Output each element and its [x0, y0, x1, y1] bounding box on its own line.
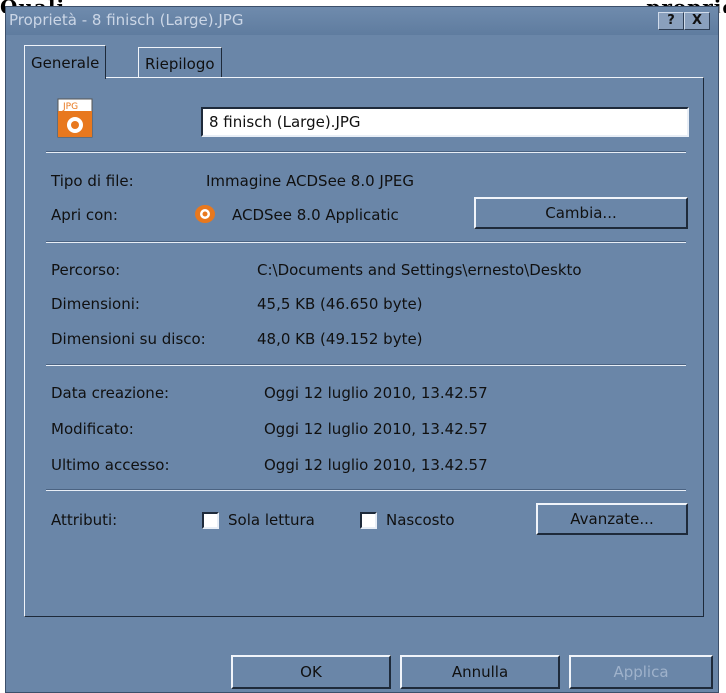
modified-value: Oggi 12 luglio 2010, 13.42.57 — [264, 420, 488, 438]
open-with-label: Apri con: — [51, 206, 118, 224]
tab-riepilogo[interactable]: Riepilogo — [138, 47, 222, 77]
properties-dialog: Proprietà - 8 finisch (Large).JPG ? X Ge… — [5, 6, 719, 693]
advanced-button[interactable]: Avanzate... — [536, 503, 688, 535]
created-value: Oggi 12 luglio 2010, 13.42.57 — [264, 384, 488, 402]
jpg-file-icon: JPG — [54, 97, 96, 139]
apply-button[interactable]: Applica — [569, 655, 713, 689]
disk-size-value: 48,0 KB (49.152 byte) — [257, 330, 423, 348]
file-type-label: Tipo di file: — [51, 172, 134, 190]
readonly-label[interactable]: Sola lettura — [228, 511, 315, 529]
window-title: Proprietà - 8 finisch (Large).JPG — [9, 11, 244, 29]
help-button[interactable]: ? — [658, 12, 684, 30]
file-type-value: Immagine ACDSee 8.0 JPEG — [206, 172, 414, 190]
close-button[interactable]: X — [684, 12, 710, 30]
acdsee-app-icon — [194, 203, 216, 225]
accessed-value: Oggi 12 luglio 2010, 13.42.57 — [264, 456, 488, 474]
hidden-checkbox[interactable] — [360, 512, 377, 529]
size-value: 45,5 KB (46.650 byte) — [257, 295, 423, 313]
separator — [46, 151, 686, 153]
path-label: Percorso: — [51, 261, 121, 279]
disk-size-label: Dimensioni su disco: — [51, 330, 206, 348]
modified-label: Modificato: — [51, 420, 134, 438]
path-value: C:\Documents and Settings\ernesto\Deskto — [257, 261, 582, 279]
hidden-label[interactable]: Nascosto — [386, 511, 455, 529]
created-label: Data creazione: — [51, 384, 170, 402]
tab-generale[interactable]: Generale — [24, 45, 107, 79]
separator — [46, 241, 686, 243]
title-bar[interactable]: Proprietà - 8 finisch (Large).JPG ? X — [6, 7, 718, 35]
jpg-icon-text: JPG — [62, 102, 78, 112]
readonly-checkbox[interactable] — [202, 512, 219, 529]
ok-button[interactable]: OK — [231, 655, 391, 689]
separator — [46, 489, 686, 491]
filename-field[interactable] — [201, 107, 689, 137]
attributes-label: Attributi: — [51, 511, 118, 529]
cancel-button[interactable]: Annulla — [400, 655, 560, 689]
open-with-value: ACDSee 8.0 Applicatic — [232, 206, 399, 224]
change-button[interactable]: Cambia... — [474, 197, 688, 229]
size-label: Dimensioni: — [51, 295, 140, 313]
accessed-label: Ultimo accesso: — [51, 456, 170, 474]
separator — [46, 364, 686, 366]
